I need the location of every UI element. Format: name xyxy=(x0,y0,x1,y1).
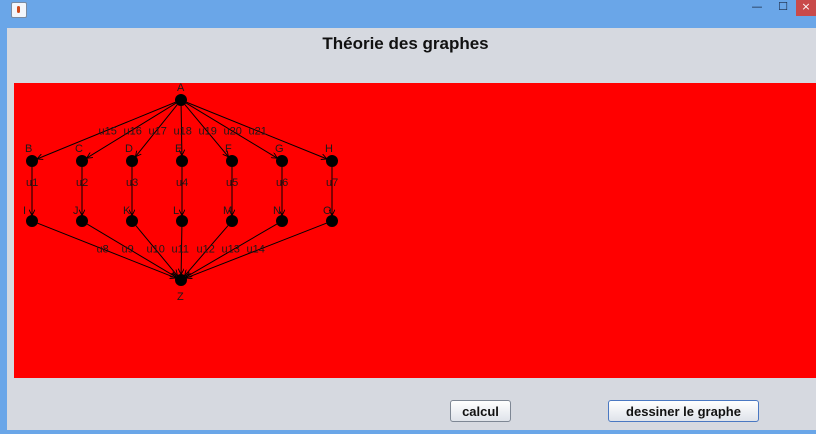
node-label: F xyxy=(225,143,232,155)
edge-label: u13 xyxy=(222,244,240,256)
maximize-icon[interactable]: ☐ xyxy=(770,0,796,16)
node-h xyxy=(326,155,338,167)
node-e xyxy=(176,155,188,167)
calcul-button[interactable]: calcul xyxy=(450,400,511,422)
edge-label: u9 xyxy=(122,244,134,256)
node-label: J xyxy=(73,205,79,217)
page-title: Théorie des graphes xyxy=(322,34,489,53)
node-label: G xyxy=(275,143,284,155)
node-label: D xyxy=(125,143,133,155)
node-g xyxy=(276,155,288,167)
edge-label: u17 xyxy=(149,126,167,138)
close-icon[interactable]: × xyxy=(796,0,816,16)
node-label: M xyxy=(223,205,232,217)
edge-label: u1 xyxy=(26,177,38,189)
node-z xyxy=(175,274,187,286)
node-label: K xyxy=(123,205,131,217)
edge-label: u15 xyxy=(99,126,117,138)
node-i xyxy=(26,215,38,227)
graph-canvas: u15 u16 u17 u18 u19 u20 u21 u1 u2 u3 u4 u5 u6 u7 u8 u9 u… xyxy=(14,83,816,378)
edge-label: u10 xyxy=(147,244,165,256)
edge-label: u2 xyxy=(76,177,88,189)
edge-label: u3 xyxy=(126,177,138,189)
edge-label: u4 xyxy=(176,177,188,189)
node-b xyxy=(26,155,38,167)
edge-label: u12 xyxy=(197,244,215,256)
edge-label: u19 xyxy=(199,126,217,138)
edge-label: u8 xyxy=(97,244,109,256)
edge-label: u6 xyxy=(276,177,288,189)
edge-label: u7 xyxy=(326,177,338,189)
java-app-icon xyxy=(11,2,27,18)
node-label: N xyxy=(273,205,281,217)
minimize-icon[interactable]: — xyxy=(744,0,770,16)
window-bottom-edge xyxy=(7,430,816,434)
node-label: C xyxy=(75,143,83,155)
edge-label: u5 xyxy=(226,177,238,189)
node-label: H xyxy=(325,143,333,155)
window-titlebar: — ☐ × xyxy=(0,0,816,28)
draw-graph-button[interactable]: dessiner le graphe xyxy=(608,400,759,422)
edge-label: u14 xyxy=(247,244,265,256)
node-a xyxy=(175,94,187,106)
edge-label: u20 xyxy=(224,126,242,138)
node-label: I xyxy=(23,205,26,217)
node-label: O xyxy=(323,205,332,217)
node-label: E xyxy=(175,143,182,155)
node-d xyxy=(126,155,138,167)
node-label: Z xyxy=(177,291,184,303)
edge-label: u16 xyxy=(124,126,142,138)
edge-label: u18 xyxy=(174,126,192,138)
edge-label: u21 xyxy=(249,126,267,138)
edge-label: u11 xyxy=(172,244,190,256)
content-panel: Théorie des graphes u15 u16 u17 u18 u19 u20 u2… xyxy=(7,28,816,430)
node-label: A xyxy=(177,83,185,94)
node-c xyxy=(76,155,88,167)
node-label: B xyxy=(25,143,32,155)
graph-drawing: u15 u16 u17 u18 u19 u20 u21 u1 u2 u3 u4 u5 u6 u7 u8 u9 u… xyxy=(23,83,338,303)
node-f xyxy=(226,155,238,167)
node-label: L xyxy=(173,205,179,217)
